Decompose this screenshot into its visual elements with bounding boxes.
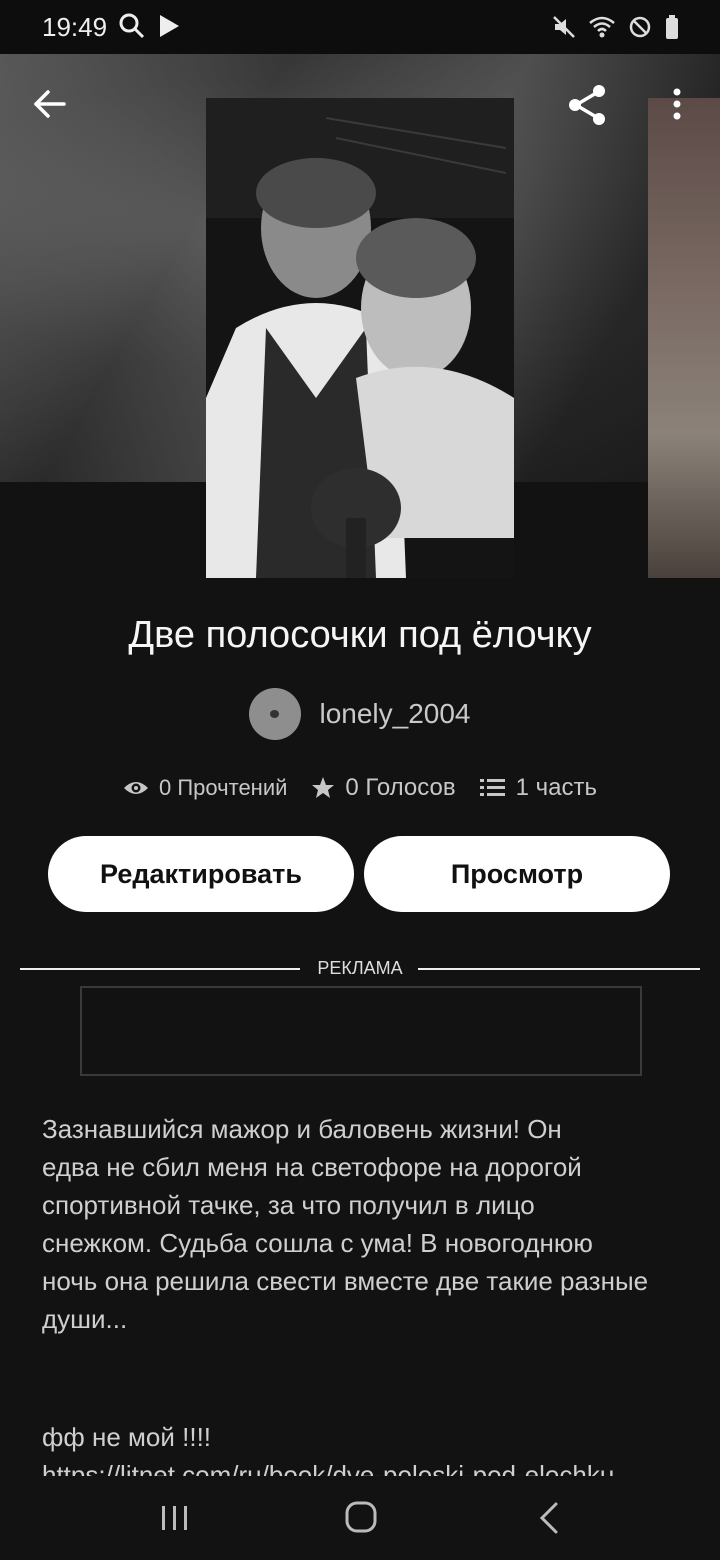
status-bar: 19:49 [0, 0, 720, 54]
edit-button[interactable]: Редактировать [48, 836, 354, 912]
next-story-cover[interactable] [648, 98, 720, 578]
story-description: Зазнавшийся мажор и баловень жизни! Он е… [42, 1114, 649, 1334]
back-button[interactable] [28, 82, 72, 126]
search-icon [119, 13, 145, 39]
ad-divider: РЕКЛАМА [20, 958, 700, 980]
arrow-left-icon [34, 90, 66, 118]
chevron-left-icon [539, 1502, 558, 1534]
wifi-icon [589, 16, 615, 38]
story-cover[interactable] [206, 98, 514, 578]
more-options-button[interactable] [662, 84, 692, 128]
system-nav-bar [0, 1476, 720, 1560]
recent-apps-icon [162, 1506, 187, 1530]
votes-stat: 0 Голосов [311, 774, 456, 802]
cover-photo [206, 98, 514, 578]
reads-count: 0 Прочтений [159, 775, 288, 800]
mute-icon [553, 16, 575, 38]
preview-button[interactable]: Просмотр [364, 836, 670, 912]
status-time: 19:49 [42, 12, 108, 42]
home-icon [345, 1501, 377, 1533]
author-row[interactable]: lonely_2004 [0, 688, 720, 740]
home-button[interactable] [336, 1498, 386, 1538]
back-nav-button[interactable] [524, 1498, 574, 1538]
share-button[interactable] [562, 80, 612, 130]
do-not-disturb-icon [629, 16, 651, 38]
share-icon [569, 85, 605, 125]
story-stats: 0 Прочтений 0 Голосов 1 часть [0, 774, 720, 802]
parts-stat: 1 часть [479, 774, 597, 802]
eye-icon [124, 782, 148, 794]
ad-banner[interactable] [80, 986, 642, 1076]
ad-divider-line-right [418, 968, 700, 970]
reads-stat: 0 Прочтений [123, 775, 287, 801]
story-title: Две полосочки под ёлочку [128, 614, 592, 656]
play-icon [160, 15, 179, 37]
description-note: фф не мой !!!! [42, 1422, 212, 1452]
avatar[interactable] [249, 688, 302, 740]
parts-count: 1 часть [515, 774, 597, 801]
author-name[interactable]: lonely_2004 [319, 698, 470, 730]
status-right-icons [552, 14, 680, 40]
status-left-icons [118, 12, 182, 40]
more-vertical-icon [673, 88, 681, 120]
votes-count: 0 Голосов [345, 774, 456, 801]
list-icon [479, 779, 505, 796]
recent-apps-button[interactable] [150, 1498, 200, 1538]
battery-icon [666, 15, 678, 39]
star-icon [312, 777, 335, 798]
